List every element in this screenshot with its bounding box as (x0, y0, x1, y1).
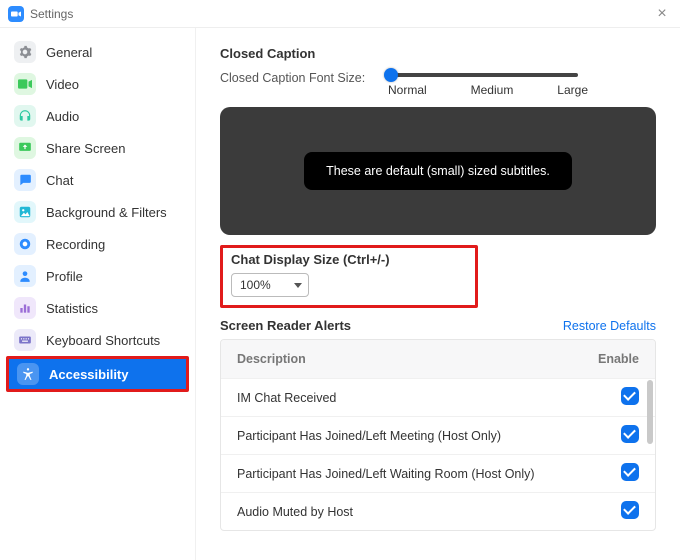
table-row: Audio Muted by Host (221, 492, 655, 530)
chat-display-size-section: Chat Display Size (Ctrl+/-) 100% (220, 245, 478, 308)
alert-description: IM Chat Received (237, 391, 579, 405)
table-row: Participant Has Joined/Left Waiting Room… (221, 454, 655, 492)
titlebar: Settings × (0, 0, 680, 28)
alert-description: Participant Has Joined/Left Meeting (Hos… (237, 429, 579, 443)
chat-icon (14, 169, 36, 191)
sidebar-item-label: General (46, 45, 92, 60)
video-icon (14, 73, 36, 95)
sidebar-item-audio[interactable]: Audio (6, 100, 189, 132)
sidebar-item-label: Recording (46, 237, 105, 252)
sidebar-item-label: Keyboard Shortcuts (46, 333, 160, 348)
sidebar-item-statistics[interactable]: Statistics (6, 292, 189, 324)
headphones-icon (14, 105, 36, 127)
sidebar-item-label: Audio (46, 109, 79, 124)
sidebar-item-profile[interactable]: Profile (6, 260, 189, 292)
screen-reader-alerts-heading: Screen Reader Alerts (220, 318, 351, 333)
sidebar-item-general[interactable]: General (6, 36, 189, 68)
record-icon (14, 233, 36, 255)
sidebar-item-accessibility[interactable]: Accessibility (6, 356, 189, 392)
sidebar-item-label: Chat (46, 173, 73, 188)
background-icon (14, 201, 36, 223)
slider-tick-medium: Medium (471, 83, 514, 97)
keyboard-icon (14, 329, 36, 351)
settings-content: Closed Caption Closed Caption Font Size:… (196, 28, 680, 560)
screen-reader-alerts-table: Description Enable IM Chat Received Part… (220, 339, 656, 531)
gear-icon (14, 41, 36, 63)
slider-thumb[interactable] (384, 68, 398, 82)
alert-description: Audio Muted by Host (237, 505, 579, 519)
closed-caption-font-size-label: Closed Caption Font Size: (220, 69, 380, 85)
statistics-icon (14, 297, 36, 319)
table-header: Description Enable (221, 340, 655, 378)
caption-font-size-slider[interactable] (388, 73, 578, 77)
slider-ticks: Normal Medium Large (388, 83, 588, 97)
sidebar-item-share-screen[interactable]: Share Screen (6, 132, 189, 164)
sidebar-item-label: Accessibility (49, 367, 129, 382)
enable-checkbox[interactable] (621, 463, 639, 481)
table-row: Participant Has Joined/Left Meeting (Hos… (221, 416, 655, 454)
slider-tick-large: Large (557, 83, 588, 97)
window-title: Settings (30, 7, 73, 21)
sidebar: General Video Audio Share Screen Chat (0, 28, 196, 560)
sidebar-item-keyboard-shortcuts[interactable]: Keyboard Shortcuts (6, 324, 189, 356)
sidebar-item-recording[interactable]: Recording (6, 228, 189, 260)
alert-description: Participant Has Joined/Left Waiting Room… (237, 467, 579, 481)
chat-display-size-heading: Chat Display Size (Ctrl+/-) (231, 252, 467, 267)
sidebar-item-label: Share Screen (46, 141, 126, 156)
chat-display-size-select[interactable]: 100% (231, 273, 309, 297)
restore-defaults-link[interactable]: Restore Defaults (563, 319, 656, 333)
closed-caption-heading: Closed Caption (220, 46, 656, 61)
sidebar-item-label: Statistics (46, 301, 98, 316)
enable-checkbox[interactable] (621, 501, 639, 519)
profile-icon (14, 265, 36, 287)
share-screen-icon (14, 137, 36, 159)
sidebar-item-chat[interactable]: Chat (6, 164, 189, 196)
sidebar-item-label: Video (46, 77, 79, 92)
sidebar-item-video[interactable]: Video (6, 68, 189, 100)
scrollbar[interactable] (647, 380, 653, 444)
accessibility-icon (17, 363, 39, 385)
sidebar-item-background-filters[interactable]: Background & Filters (6, 196, 189, 228)
caption-preview: These are default (small) sized subtitle… (220, 107, 656, 235)
enable-checkbox[interactable] (621, 425, 639, 443)
chat-display-size-value: 100% (240, 278, 271, 292)
sidebar-item-label: Background & Filters (46, 205, 167, 220)
column-description: Description (237, 352, 579, 366)
zoom-app-icon (8, 6, 24, 22)
sidebar-item-label: Profile (46, 269, 83, 284)
enable-checkbox[interactable] (621, 387, 639, 405)
slider-tick-normal: Normal (388, 83, 427, 97)
close-icon[interactable]: × (652, 4, 672, 24)
table-row: IM Chat Received (221, 378, 655, 416)
column-enable: Enable (579, 352, 639, 366)
caption-preview-text: These are default (small) sized subtitle… (304, 152, 572, 190)
